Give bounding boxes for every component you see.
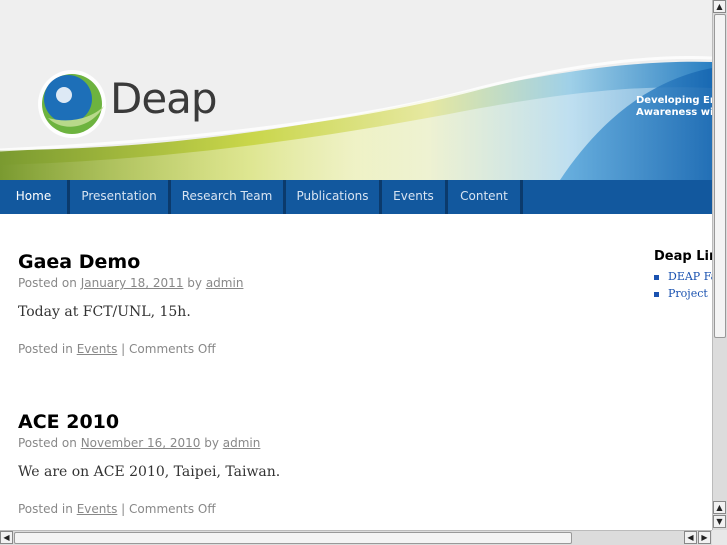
tagline-line-2: Awareness wit <box>636 107 712 118</box>
scroll-up-arrow-icon[interactable]: ▲ <box>713 0 726 13</box>
scrollbar-corner <box>712 530 727 545</box>
nav-home[interactable]: Home <box>0 180 70 214</box>
posted-on-label: Posted on <box>18 276 77 290</box>
horizontal-scrollbar[interactable]: ◀ ◀ ▶ <box>0 530 712 545</box>
post-content: Today at FCT/UNL, 15h. <box>18 304 191 320</box>
post-footer: Posted in Events | Comments Off <box>18 502 280 516</box>
posted-on-label: Posted on <box>18 436 77 450</box>
scroll-left-arrow-icon-right[interactable]: ◀ <box>684 531 697 544</box>
post-category-link[interactable]: Events <box>77 502 118 516</box>
post-ace-2010: ACE 2010 Posted on November 16, 2010 by … <box>18 411 280 516</box>
main-navigation: Home Presentation Research Team Publicat… <box>0 180 712 214</box>
post-author-link[interactable]: admin <box>223 436 261 450</box>
header-banner-graphic <box>0 0 712 180</box>
nav-content[interactable]: Content <box>448 180 523 214</box>
post-date-link[interactable]: November 16, 2010 <box>81 436 201 450</box>
sidebar-link-deap-faculty[interactable]: DEAP Fac <box>654 268 712 285</box>
sidebar-widget: Deap Lin DEAP Fac Project Su <box>654 249 712 302</box>
vertical-scrollbar[interactable]: ▲ ▲ ▼ <box>712 0 727 530</box>
scroll-up-arrow-icon-lower[interactable]: ▲ <box>713 501 726 514</box>
post-meta: Posted on November 16, 2010 by admin <box>18 436 280 450</box>
post-footer: Posted in Events | Comments Off <box>18 342 243 356</box>
browser-viewport: Deap Developing Env Awareness wit Home P… <box>0 0 712 530</box>
post-gaea-demo: Gaea Demo Posted on January 18, 2011 by … <box>18 251 243 356</box>
posted-in-label: Posted in <box>18 502 73 516</box>
vertical-scroll-thumb[interactable] <box>714 14 726 338</box>
site-tagline: Developing Env Awareness wit <box>636 95 712 119</box>
tagline-line-1: Developing Env <box>636 95 712 106</box>
post-category-link[interactable]: Events <box>77 342 118 356</box>
by-label: by <box>204 436 219 450</box>
site-header: Deap Developing Env Awareness wit <box>0 0 712 180</box>
nav-publications[interactable]: Publications <box>286 180 382 214</box>
post-title[interactable]: ACE 2010 <box>18 411 280 433</box>
post-author-link[interactable]: admin <box>206 276 244 290</box>
footer-separator: | <box>121 502 126 516</box>
nav-presentation[interactable]: Presentation <box>70 180 171 214</box>
post-title[interactable]: Gaea Demo <box>18 251 243 273</box>
post-comments-status: Comments Off <box>129 502 216 516</box>
posted-in-label: Posted in <box>18 342 73 356</box>
widget-title: Deap Lin <box>654 249 712 264</box>
sidebar-link-project[interactable]: Project Su <box>654 285 712 302</box>
widget-link-list: DEAP Fac Project Su <box>654 268 712 302</box>
post-meta: Posted on January 18, 2011 by admin <box>18 276 243 290</box>
logo-globe-icon <box>38 70 106 138</box>
scroll-down-arrow-icon[interactable]: ▼ <box>713 515 726 528</box>
scroll-left-arrow-icon[interactable]: ◀ <box>0 531 13 544</box>
horizontal-scroll-thumb[interactable] <box>14 532 572 544</box>
nav-research-team[interactable]: Research Team <box>171 180 286 214</box>
post-date-link[interactable]: January 18, 2011 <box>81 276 184 290</box>
by-label: by <box>187 276 202 290</box>
post-content: We are on ACE 2010, Taipei, Taiwan. <box>18 464 281 480</box>
nav-events[interactable]: Events <box>382 180 448 214</box>
footer-separator: | <box>121 342 126 356</box>
scroll-right-arrow-icon[interactable]: ▶ <box>698 531 711 544</box>
post-comments-status: Comments Off <box>129 342 216 356</box>
site-logo-text[interactable]: Deap <box>110 74 218 123</box>
